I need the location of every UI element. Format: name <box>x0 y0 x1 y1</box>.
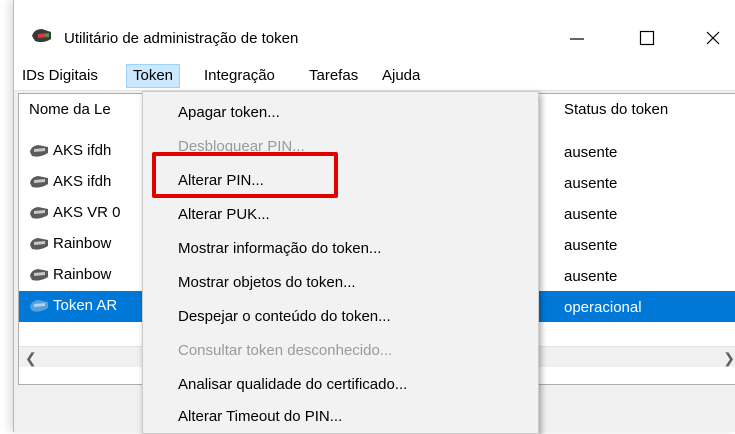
token-active-icon <box>29 298 49 314</box>
column-header-status[interactable]: Status do token <box>554 94 735 126</box>
token-reader-icon <box>29 267 49 283</box>
token-reader-icon <box>29 174 49 190</box>
menu-item-label: Consultar token desconhecido... <box>178 342 393 359</box>
window-title: Utilitário de administração de token <box>64 30 299 47</box>
menu-item-mostrar-objetos[interactable]: Mostrar objetos do token... <box>143 266 538 300</box>
token-reader-icon <box>29 236 49 252</box>
menu-bar: IDs Digitais Token Integração Tarefas Aj… <box>14 62 735 91</box>
token-reader-icon <box>29 205 49 221</box>
menu-item-alterar-timeout[interactable]: Alterar Timeout do PIN... <box>143 400 538 434</box>
minimize-icon <box>570 38 584 40</box>
menu-item-despejar-conteudo[interactable]: Despejar o conteúdo do token... <box>143 300 538 334</box>
scroll-right-arrow-icon[interactable]: ❯ <box>723 350 735 367</box>
maximize-button[interactable] <box>624 20 670 56</box>
menu-item-label: Alterar Timeout do PIN... <box>178 408 343 425</box>
maximize-icon <box>639 30 655 46</box>
menu-item-label: Alterar PUK... <box>178 206 270 223</box>
row-status: ausente <box>564 175 618 192</box>
menu-item-label: Mostrar objetos do token... <box>178 274 356 291</box>
menu-integracao[interactable]: Integração <box>198 65 281 87</box>
menu-ids-digitais[interactable]: IDs Digitais <box>16 65 104 87</box>
menu-token[interactable]: Token <box>126 64 181 88</box>
close-icon <box>706 31 720 45</box>
minimize-button[interactable] <box>554 20 600 56</box>
row-name: AKS ifdh <box>53 142 112 159</box>
menu-item-consultar-token: Consultar token desconhecido... <box>143 334 538 368</box>
row-status: ausente <box>564 237 618 254</box>
scroll-left-arrow-icon[interactable]: ❮ <box>25 350 37 367</box>
menu-item-label: Despejar o conteúdo do token... <box>178 308 391 325</box>
menu-item-analisar-certificado[interactable]: Analisar qualidade do certificado... <box>143 368 538 402</box>
token-reader-icon <box>29 143 49 159</box>
menu-item-alterar-puk[interactable]: Alterar PUK... <box>143 198 538 232</box>
token-dropdown-menu: Apagar token... Desbloquear PIN... Alter… <box>142 91 539 434</box>
row-status: operacional <box>564 299 642 316</box>
column-header-name[interactable]: Nome da Le <box>19 94 154 126</box>
menu-item-label: Analisar qualidade do certificado... <box>178 376 408 393</box>
app-token-icon <box>31 27 53 45</box>
row-name: AKS ifdh <box>53 173 112 190</box>
close-button[interactable] <box>690 20 735 56</box>
menu-item-apagar-token[interactable]: Apagar token... <box>143 96 538 130</box>
annotation-highlight-box <box>152 152 338 198</box>
row-status: ausente <box>564 268 618 285</box>
row-status: ausente <box>564 144 618 161</box>
menu-ajuda[interactable]: Ajuda <box>376 65 426 87</box>
row-name: Rainbow <box>53 235 112 252</box>
menu-item-mostrar-informacao[interactable]: Mostrar informação do token... <box>143 232 538 266</box>
row-name: Rainbow <box>53 266 112 283</box>
title-bar[interactable]: Utilitário de administração de token <box>14 0 735 62</box>
row-name: Token AR <box>53 297 118 314</box>
menu-item-label: Mostrar informação do token... <box>178 240 382 257</box>
row-status: ausente <box>564 206 618 223</box>
row-name: AKS VR 0 <box>53 204 121 221</box>
menu-item-label: Apagar token... <box>178 104 280 121</box>
menu-tarefas[interactable]: Tarefas <box>303 65 364 87</box>
